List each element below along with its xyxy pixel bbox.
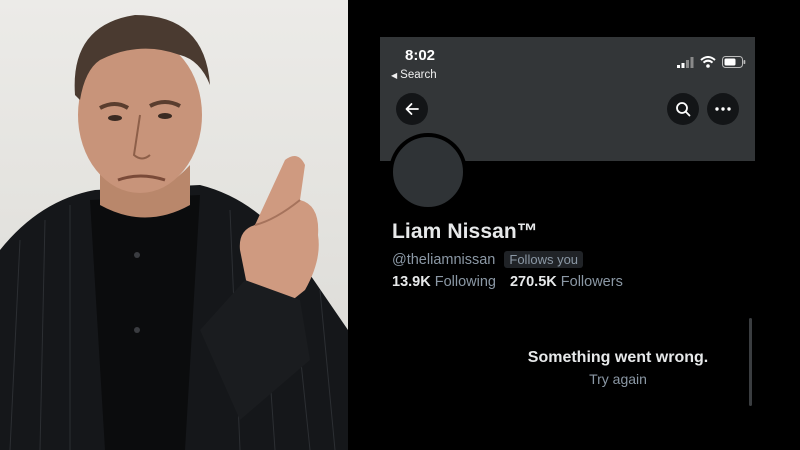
user-handle: @theliamnissan [392,251,496,268]
following-label: Following [434,274,496,290]
more-options-icon [715,107,731,111]
handle-row: @theliamnissan Follows you [392,251,584,268]
avatar[interactable] [389,133,467,211]
scrollbar[interactable] [749,318,752,406]
cellular-signal-icon [677,56,694,68]
followers-count: 270.5K [509,274,557,290]
search-icon [676,102,691,117]
status-time: 8:02 [405,47,436,64]
back-arrow-icon [405,103,419,115]
battery-icon [722,56,746,68]
status-icons [677,56,746,68]
following-count: 13.9K [392,274,431,290]
photo-panel [0,0,348,450]
back-button[interactable] [396,93,428,125]
profile-screen: 8:02 ◀ Search Liam Nissan™ @theliamnissa… [348,0,800,450]
follows-you-badge: Follows you [504,251,584,268]
man-pointing-photo [0,15,348,450]
following-stat[interactable]: 13.9K Following [392,274,496,290]
wifi-icon [700,56,716,68]
search-button[interactable] [667,93,699,125]
back-to-search-link[interactable]: ◀ Search [391,69,437,81]
error-message: Something went wrong. [527,349,709,366]
stats-row: 13.9K Following 270.5K Followers [392,274,623,290]
display-name: Liam Nissan™ [392,220,538,243]
back-app-label: Search [400,69,437,81]
followers-stat[interactable]: 270.5K Followers [510,274,623,290]
followers-label: Followers [560,274,623,290]
try-again-button[interactable]: Try again [348,371,800,387]
more-options-button[interactable] [707,93,739,125]
back-triangle-icon: ◀ [391,70,398,80]
